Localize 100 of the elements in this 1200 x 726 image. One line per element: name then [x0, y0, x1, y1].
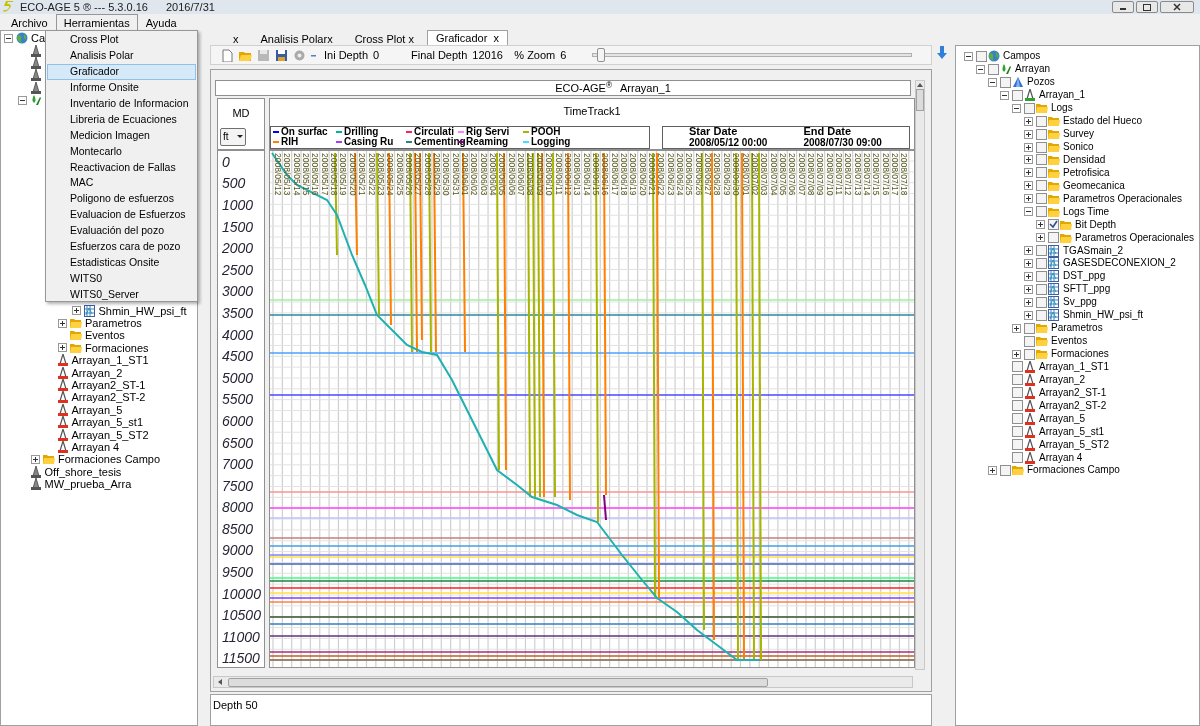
tree-item[interactable]: Campos: [1003, 50, 1041, 63]
tree-item[interactable]: Survey: [1063, 128, 1095, 141]
tree-item[interactable]: Arrayan 4: [71, 441, 120, 453]
end-date: 2008/07/30 09:00: [803, 137, 882, 148]
tree-item[interactable]: Parametros Operacionales: [1063, 192, 1182, 205]
legend-label: Circulati: [414, 126, 454, 137]
tree-item[interactable]: Bit Depth: [1075, 218, 1117, 231]
tree-item[interactable]: Sv_ppg: [1063, 296, 1097, 309]
menu-item[interactable]: WITS0: [47, 270, 196, 287]
tree-item[interactable]: Arrayan2_ST-2: [71, 391, 146, 404]
date-label: 2008/07/10: [824, 153, 835, 196]
depth-label: 11500: [222, 650, 260, 667]
tree-item[interactable]: MW_prueba_Arra: [44, 478, 132, 491]
tree-item[interactable]: Arrayan 4: [1039, 451, 1083, 464]
tree-item[interactable]: SFTT_ppg: [1063, 283, 1111, 296]
date-label: 2008/06/13: [572, 153, 583, 196]
menu-item[interactable]: Esfuerzos cara de pozo: [47, 238, 196, 255]
depth-label: 6500: [222, 434, 254, 451]
menu-item[interactable]: Evaluación del pozo: [47, 222, 196, 239]
menu-item[interactable]: Inventario de Informacion: [47, 95, 196, 112]
tree-item[interactable]: Formaciones: [85, 341, 149, 354]
tree-item[interactable]: Geomecanica: [1063, 179, 1125, 192]
date-label: 2008/06/28: [712, 153, 723, 196]
tree-item[interactable]: Arrayan_5_ST2: [1039, 438, 1110, 451]
tree-item[interactable]: Arrayan_1_ST1: [71, 354, 149, 367]
menu-item[interactable]: Montecarlo: [47, 143, 196, 160]
tree-item[interactable]: Arrayan_5_ST2: [71, 428, 149, 441]
date-label: 2008/05/20: [347, 153, 358, 196]
date-label: 2008/06/03: [478, 153, 489, 196]
date-label: 2008/05/31: [450, 153, 461, 196]
tree-item[interactable]: Arrayan_2: [71, 366, 123, 379]
date-label: 2008/07/11: [834, 153, 844, 195]
menu-item[interactable]: Ayuda: [137, 14, 185, 30]
tree-item[interactable]: Arrayan_5_st1: [71, 416, 144, 429]
date-label: 2008/06/23: [665, 153, 676, 196]
menu-item[interactable]: Cross Plot: [47, 32, 196, 48]
tree-item[interactable]: Pozos: [1027, 76, 1055, 89]
menu-item[interactable]: Poligono de esfuerzos: [47, 190, 196, 207]
date-label: 2008/05/26: [403, 153, 414, 196]
menu-item[interactable]: Informe Onsite: [47, 79, 196, 96]
tab[interactable]: Cross Plot x: [345, 32, 423, 45]
menu-item[interactable]: Evaluacion de Esfuerzos: [47, 206, 196, 223]
tree-item[interactable]: Sonico: [1063, 141, 1094, 154]
tree-item[interactable]: GASESDECONEXION_2: [1063, 257, 1176, 270]
depth-label: 5000: [222, 369, 254, 386]
menu-item[interactable]: Reactivacion de Fallas: [47, 159, 196, 175]
date-label: 2008/06/30: [731, 153, 742, 196]
depth-label: 5500: [222, 391, 254, 408]
depth-label: 9500: [222, 564, 254, 581]
tree-item[interactable]: Arrayan_5: [1039, 412, 1086, 425]
tree-item[interactable]: Off_shore_tesis: [44, 465, 122, 478]
tree-item[interactable]: Eventos: [1051, 335, 1088, 348]
tree-item[interactable]: Eventos: [85, 329, 125, 342]
menu-item[interactable]: Analisis Polar: [47, 47, 196, 64]
tree-item[interactable]: Ca: [31, 32, 46, 45]
tab[interactable]: Analisis Polarx: [251, 32, 342, 45]
tree-item[interactable]: Petrofisica: [1063, 166, 1110, 179]
tree-item[interactable]: Formaciones: [1051, 348, 1109, 361]
depth-label: 3000: [222, 283, 254, 300]
tree-item[interactable]: Estado del Hueco: [1063, 115, 1142, 128]
tree-item[interactable]: Parametros: [85, 317, 142, 330]
menu-item[interactable]: WITS0_Server: [47, 286, 196, 303]
start-date-label: Star Date: [689, 126, 739, 137]
tree-item[interactable]: Parametros Operacionales: [1075, 231, 1194, 244]
date-label: 2008/06/24: [675, 153, 686, 196]
tree-item[interactable]: Arrayan_2: [1039, 373, 1086, 386]
tree-item[interactable]: Arrayan2_ST-1: [1039, 386, 1107, 399]
tab[interactable]: Graficador x: [426, 30, 508, 45]
tree-item[interactable]: Densidad: [1063, 153, 1106, 166]
tree-item[interactable]: Shmin_HW_psi_ft: [1063, 309, 1144, 322]
tree-item[interactable]: DST_ppg: [1063, 270, 1106, 283]
menu-item[interactable]: Medicion Imagen: [47, 127, 196, 144]
tree-item[interactable]: Shmin_HW_psi_ft: [98, 304, 187, 317]
menu-item[interactable]: Estadisticas Onsite: [47, 254, 196, 271]
tree-item[interactable]: Logs: [1051, 102, 1073, 115]
status-text: Depth 50: [213, 699, 258, 711]
menu-item[interactable]: MAC: [47, 175, 196, 191]
tree-item[interactable]: TGASmain_2: [1063, 244, 1124, 257]
menu-item[interactable]: Libreria de Ecuaciones: [47, 111, 196, 128]
window-date: 2016/7/31: [165, 0, 215, 15]
tree-item[interactable]: Arrayan2_ST-1: [71, 379, 146, 392]
tree-item[interactable]: Formaciones Campo: [58, 453, 161, 466]
tree-item[interactable]: Arrayan_5: [71, 403, 123, 416]
tab[interactable]: x: [224, 32, 248, 45]
date-label: 2008/05/14: [291, 153, 302, 196]
tree-item[interactable]: Formaciones Campo: [1027, 464, 1120, 477]
tree-item[interactable]: Logs Time: [1063, 205, 1110, 218]
menu-item[interactable]: Graficador: [47, 63, 196, 80]
tree-item[interactable]: Arrayan2_ST-2: [1039, 399, 1107, 412]
menu-item[interactable]: Herramientas: [55, 14, 138, 30]
unit-dropdown[interactable]: ft: [220, 127, 246, 146]
legend-label: Drilling: [344, 126, 379, 137]
tree-item[interactable]: Arrayan_1: [1039, 89, 1086, 102]
tree-item[interactable]: Arrayan: [1015, 63, 1050, 76]
tree-item[interactable]: Arrayan_1_ST1: [1039, 360, 1110, 373]
menu-item[interactable]: Archivo: [3, 14, 56, 30]
date-label: 2008/07/02: [749, 153, 760, 196]
tree-item[interactable]: Arrayan_5_st1: [1039, 425, 1105, 438]
tree-item[interactable]: Parametros: [1051, 322, 1103, 335]
track-title: MD: [232, 106, 250, 121]
